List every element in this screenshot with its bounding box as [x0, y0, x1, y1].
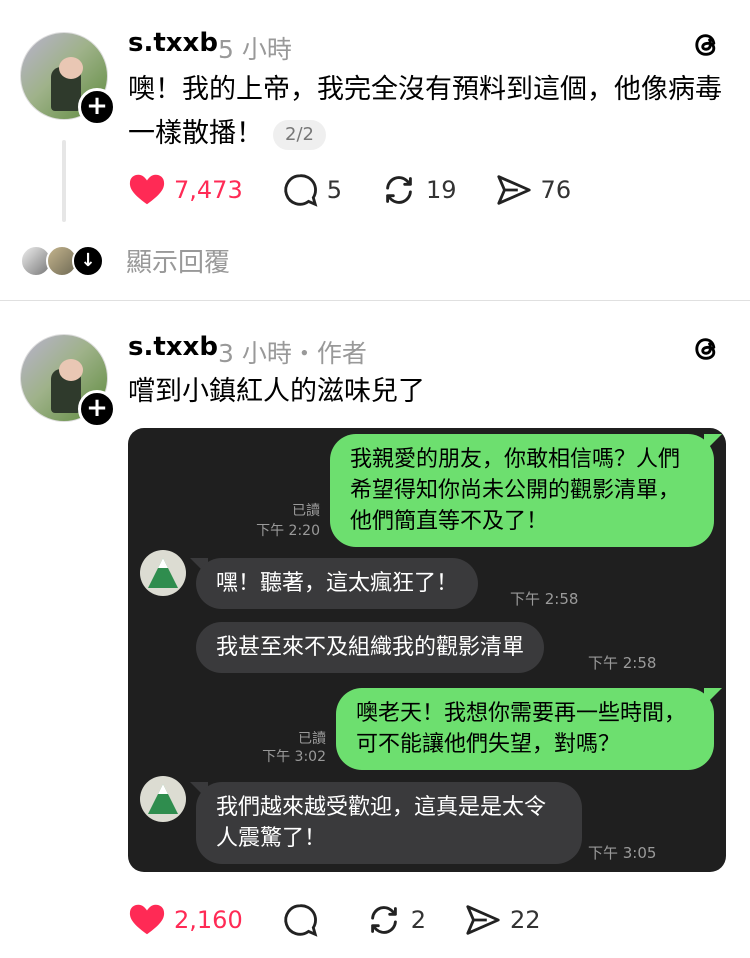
post-time: 5 小時 — [218, 35, 292, 64]
share-button[interactable]: 76 — [495, 171, 572, 209]
heart-icon — [129, 174, 165, 205]
chat-bubble-outgoing: 我親愛的朋友，你敢相信嗎？人們希望得知你尚未公開的觀影清單，他們簡直等不及了！ — [330, 434, 714, 547]
username[interactable]: s.txxb — [128, 332, 218, 362]
bubble-tail — [704, 688, 722, 706]
repost-count: 2 — [410, 906, 426, 934]
chat-screenshot[interactable]: 我親愛的朋友，你敢相信嗎？人們希望得知你尚未公開的觀影清單，他們簡直等不及了！ … — [128, 428, 726, 872]
read-receipt: 已讀 — [292, 503, 320, 519]
contact-avatar[interactable] — [140, 776, 186, 822]
message-time: 下午 2:58 — [510, 590, 579, 608]
threads-logo-icon[interactable] — [690, 28, 724, 62]
message-time: 下午 3:05 — [588, 844, 657, 862]
post-actions: 7,473 5 19 76 — [128, 168, 609, 212]
message-time: 下午 2:20 — [256, 523, 320, 539]
threads-logo-icon[interactable] — [690, 332, 724, 366]
like-count: 2,160 — [174, 906, 243, 934]
chat-bubble-incoming: 我甚至來不及組織我的觀影清單 — [196, 622, 545, 673]
author-avatar[interactable]: + — [20, 32, 116, 126]
chat-bubble-incoming: 我們越來越受歡迎，這真是是太令人震驚了！ — [196, 782, 582, 864]
share-icon — [496, 175, 531, 205]
thread-line — [62, 140, 66, 222]
comment-button[interactable] — [281, 901, 327, 939]
avatar-face — [59, 57, 83, 79]
comment-icon — [284, 904, 318, 937]
repost-button[interactable]: 2 — [365, 901, 426, 939]
comment-icon — [284, 174, 318, 207]
like-count: 7,473 — [174, 176, 243, 204]
follow-plus-icon[interactable]: + — [78, 390, 116, 428]
show-replies[interactable]: ↓ 顯示回覆 — [20, 242, 230, 279]
share-count: 22 — [510, 906, 541, 934]
comment-count: 5 — [326, 176, 342, 204]
share-button[interactable]: 22 — [464, 901, 541, 939]
post-time: 3 小時・作者 — [218, 339, 367, 368]
arrow-down-icon: ↓ — [72, 244, 104, 277]
post-1: + s.txxb 5 小時 噢！我的上帝，我完全沒有預料到這個，他像病毒一樣散播… — [0, 0, 750, 300]
comment-button[interactable]: 5 — [281, 171, 342, 209]
share-icon — [466, 905, 500, 935]
repost-button[interactable]: 19 — [380, 171, 457, 209]
read-receipt: 已讀 — [298, 731, 326, 747]
chat-bubble-incoming: 嘿！聽著，這太瘋狂了！ — [196, 558, 479, 609]
share-count: 76 — [540, 176, 572, 204]
bubble-tail — [704, 434, 722, 452]
message-time: 下午 2:58 — [588, 654, 657, 672]
like-button[interactable]: 7,473 — [128, 171, 243, 209]
page-badge: 2/2 — [273, 119, 326, 150]
show-replies-label: 顯示回覆 — [126, 248, 231, 278]
author-avatar[interactable]: + — [20, 334, 116, 428]
mountain-snow — [158, 558, 168, 568]
repost-icon — [386, 176, 412, 204]
chat-bubble-outgoing: 噢老天！我想你需要再一些時間，可不能讓他們失望，對嗎？ — [336, 688, 714, 770]
repost-icon — [370, 906, 397, 934]
post-body: 噢！我的上帝，我完全沒有預料到這個，他像病毒一樣散播！ — [128, 74, 722, 149]
repost-count: 19 — [426, 176, 457, 204]
contact-avatar[interactable] — [140, 550, 186, 596]
username[interactable]: s.txxb — [128, 28, 218, 58]
like-button[interactable]: 2,160 — [128, 901, 243, 939]
avatar-face — [59, 359, 83, 381]
post-actions: 2,160 2 22 — [128, 898, 579, 942]
mountain-snow — [158, 784, 168, 794]
post-text: 噢！我的上帝，我完全沒有預料到這個，他像病毒一樣散播！ 2/2 — [128, 68, 728, 156]
heart-icon — [129, 904, 165, 935]
post-body: 嚐到小鎮紅人的滋味兒了 — [128, 376, 425, 407]
message-time: 下午 3:02 — [262, 749, 326, 765]
follow-plus-icon[interactable]: + — [78, 88, 116, 126]
